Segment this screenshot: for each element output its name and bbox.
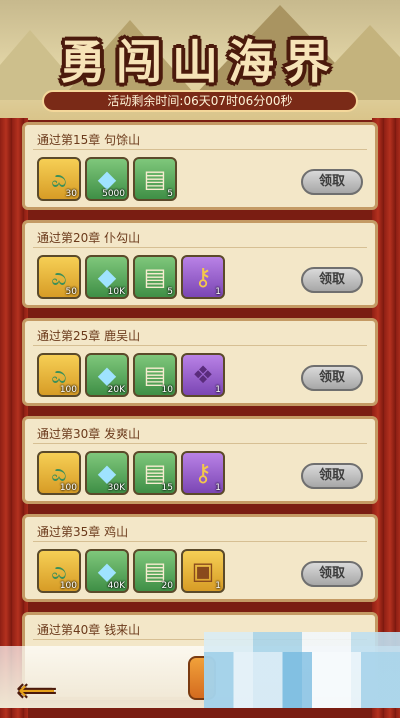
item-quantity: 10 — [161, 385, 173, 395]
timer-label: 活动剩余时间: — [107, 94, 184, 108]
chapter-name: 通过第40章 钱来山 — [37, 623, 141, 637]
gold-key-icon[interactable]: ⚷ 1 — [181, 255, 225, 299]
reward-card: 通过第35章 鸡山 ಎ 100 ◆ 40K ▤ 20 ▣ 1 领取 — [22, 514, 378, 602]
divider — [33, 345, 367, 346]
divider — [33, 149, 367, 150]
item-quantity: 1 — [215, 287, 221, 297]
item-quantity: 10K — [107, 287, 125, 297]
reward-card: 通过第15章 句馀山 ಎ 30 ◆ 5000 ▤ 5 领取 — [22, 122, 378, 210]
blue-crystal-icon[interactable]: ◆ 20K — [85, 353, 129, 397]
purple-bag-icon[interactable]: ❖ 1 — [181, 353, 225, 397]
item-quantity: 40K — [107, 581, 125, 591]
mosaic-overlay — [204, 652, 400, 708]
jade-dragon-icon[interactable]: ಎ 100 — [37, 549, 81, 593]
reward-card: 通过第20章 仆勾山 ಎ 50 ◆ 10K ▤ 5 ⚷ 1 领取 — [22, 220, 378, 308]
blue-crystal-icon[interactable]: ◆ 40K — [85, 549, 129, 593]
scroll-icon[interactable]: ▤ 5 — [133, 255, 177, 299]
item-quantity: 20 — [161, 581, 173, 591]
chapter-name: 通过第15章 句馀山 — [37, 133, 141, 147]
event-timer: 活动剩余时间:06天07时06分00秒 — [42, 90, 358, 112]
claim-button[interactable]: 领取 — [301, 365, 363, 391]
jade-dragon-icon[interactable]: ಎ 50 — [37, 255, 81, 299]
item-quantity: 20K — [107, 385, 125, 395]
claim-button[interactable]: 领取 — [301, 267, 363, 293]
scroll-icon[interactable]: ▤ 10 — [133, 353, 177, 397]
scroll-icon[interactable]: ▤ 15 — [133, 451, 177, 495]
item-quantity: 1 — [215, 385, 221, 395]
divider — [33, 541, 367, 542]
item-quantity: 100 — [59, 385, 77, 395]
chapter-name: 通过第20章 仆勾山 — [37, 231, 141, 245]
item-quantity: 30K — [107, 483, 125, 493]
claim-button[interactable]: 领取 — [301, 561, 363, 587]
claim-button[interactable]: 领取 — [301, 169, 363, 195]
reward-list[interactable]: 通过第15章 句馀山 ಎ 30 ◆ 5000 ▤ 5 领取 通过第20章 仆勾山 ಎ5… — [22, 118, 378, 708]
item-quantity: 5000 — [102, 189, 125, 199]
scroll-icon[interactable]: ▤ 20 — [133, 549, 177, 593]
reward-card: 通过第25章 鹿吴山 ಎ 100 ◆ 20K ▤ 10 ❖ 1 领取 — [22, 318, 378, 406]
item-quantity: 5 — [167, 189, 173, 199]
item-quantity: 1 — [215, 483, 221, 493]
chapter-name: 通过第25章 鹿吴山 — [37, 329, 141, 343]
item-quantity: 30 — [65, 189, 77, 199]
chapter-name: 通过第35章 鸡山 — [37, 525, 129, 539]
item-quantity: 5 — [167, 287, 173, 297]
scroll-icon[interactable]: ▤ 5 — [133, 157, 177, 201]
item-quantity: 15 — [161, 483, 173, 493]
jade-dragon-icon[interactable]: ಎ 100 — [37, 353, 81, 397]
divider — [33, 443, 367, 444]
blue-crystal-icon[interactable]: ◆ 10K — [85, 255, 129, 299]
reward-card: 通过第30章 发爽山 ಎ 100 ◆ 30K ▤ 15 ⚷ 1 领取 — [22, 416, 378, 504]
treasure-chest-icon[interactable]: ▣ 1 — [181, 549, 225, 593]
item-quantity: 100 — [59, 581, 77, 591]
chapter-name: 通过第30章 发爽山 — [37, 427, 141, 441]
item-quantity: 50 — [65, 287, 77, 297]
event-title: 勇闯山海界 — [60, 35, 340, 89]
jade-dragon-icon[interactable]: ಎ 100 — [37, 451, 81, 495]
claim-button[interactable]: 领取 — [301, 463, 363, 489]
blue-crystal-icon[interactable]: ◆ 5000 — [85, 157, 129, 201]
scenic-header: 勇闯山海界 活动剩余时间:06天07时06分00秒 — [0, 0, 400, 120]
jade-dragon-icon[interactable]: ಎ 30 — [37, 157, 81, 201]
timer-value: 06天07时06分00秒 — [183, 94, 293, 108]
gold-key-icon[interactable]: ⚷ 1 — [181, 451, 225, 495]
item-quantity: 100 — [59, 483, 77, 493]
back-arrow-icon[interactable]: ⟵ — [18, 676, 55, 706]
divider — [33, 247, 367, 248]
item-quantity: 1 — [215, 581, 221, 591]
blue-crystal-icon[interactable]: ◆ 30K — [85, 451, 129, 495]
